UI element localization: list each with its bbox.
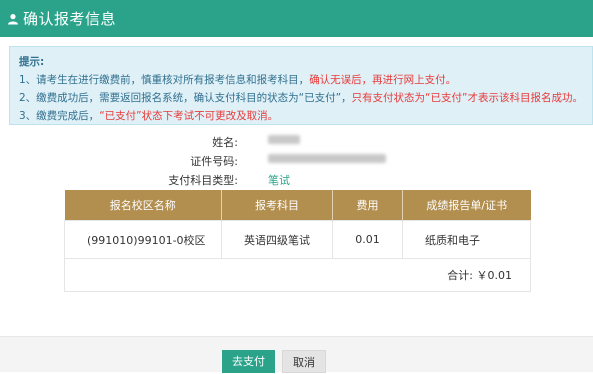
cell-campus: (991010)99101-0校区 bbox=[64, 220, 222, 259]
subject-type-value: 笔试 bbox=[268, 174, 290, 187]
info-row-name: 姓名: bbox=[0, 131, 593, 150]
info-row-subject-type: 支付科目类型: 笔试 bbox=[0, 169, 593, 188]
notice-line-3-highlight: “已支付”状态下考试不可更改及取消。 bbox=[99, 110, 279, 122]
name-value-redacted bbox=[268, 134, 300, 147]
id-value-redacted bbox=[268, 153, 386, 166]
fee-table: 报名校区名称 报考科目 费用 成绩报告单/证书 (991010)99101-0校… bbox=[64, 190, 531, 292]
col-fee: 费用 bbox=[332, 190, 403, 221]
name-label: 姓名: bbox=[212, 136, 238, 149]
col-subject: 报考科目 bbox=[221, 190, 333, 221]
info-row-id: 证件号码: bbox=[0, 150, 593, 169]
total-row: 合计: ￥0.01 bbox=[64, 258, 531, 292]
notice-box: 提示: 1、请考生在进行缴费前，慎重核对所有报考信息和报考科目，确认无误后，再进… bbox=[9, 46, 593, 125]
dialog-footer: 去支付 取消 bbox=[0, 336, 593, 373]
pay-button[interactable]: 去支付 bbox=[222, 350, 275, 373]
notice-line-1-highlight: 确认无误后，再进行网上支付。 bbox=[309, 74, 457, 86]
notice-line-1-text: 1、请考生在进行缴费前，慎重核对所有报考信息和报考科目， bbox=[19, 74, 310, 86]
notice-line-2-text: 2、缴费成功后，需要返回报名系统，确认支付科目的状态为“已支付”， bbox=[19, 92, 352, 104]
notice-line-3: 3、缴费完成后，“已支付”状态下考试不可更改及取消。 bbox=[19, 107, 583, 124]
col-certificate: 成绩报告单/证书 bbox=[402, 190, 531, 221]
table-row: (991010)99101-0校区 英语四级笔试 0.01 纸质和电子 bbox=[64, 220, 531, 259]
applicant-info: 姓名: 证件号码: 支付科目类型: 笔试 bbox=[0, 131, 593, 188]
id-label: 证件号码: bbox=[190, 155, 238, 168]
user-icon bbox=[7, 13, 19, 25]
col-campus: 报名校区名称 bbox=[64, 190, 222, 221]
notice-line-1: 1、请考生在进行缴费前，慎重核对所有报考信息和报考科目，确认无误后，再进行网上支… bbox=[19, 71, 583, 89]
table-header-row: 报名校区名称 报考科目 费用 成绩报告单/证书 bbox=[64, 190, 531, 221]
subject-type-label: 支付科目类型: bbox=[168, 174, 238, 187]
dialog-title: 确认报考信息 bbox=[23, 10, 117, 28]
cancel-button[interactable]: 取消 bbox=[282, 350, 326, 373]
total-amount: 合计: ￥0.01 bbox=[64, 258, 531, 292]
notice-line-2: 2、缴费成功后，需要返回报名系统，确认支付科目的状态为“已支付”，只有支付状态为… bbox=[19, 89, 583, 107]
cell-subject: 英语四级笔试 bbox=[221, 220, 333, 259]
notice-line-3-text: 3、缴费完成后， bbox=[19, 110, 100, 122]
notice-line-2-highlight: 只有支付状态为“已支付”才表示该科目报名成功。 bbox=[351, 92, 583, 104]
cell-fee: 0.01 bbox=[332, 220, 403, 259]
cell-certificate: 纸质和电子 bbox=[402, 220, 531, 259]
notice-heading: 提示: bbox=[19, 56, 45, 68]
dialog-titlebar: 确认报考信息 bbox=[0, 0, 593, 37]
